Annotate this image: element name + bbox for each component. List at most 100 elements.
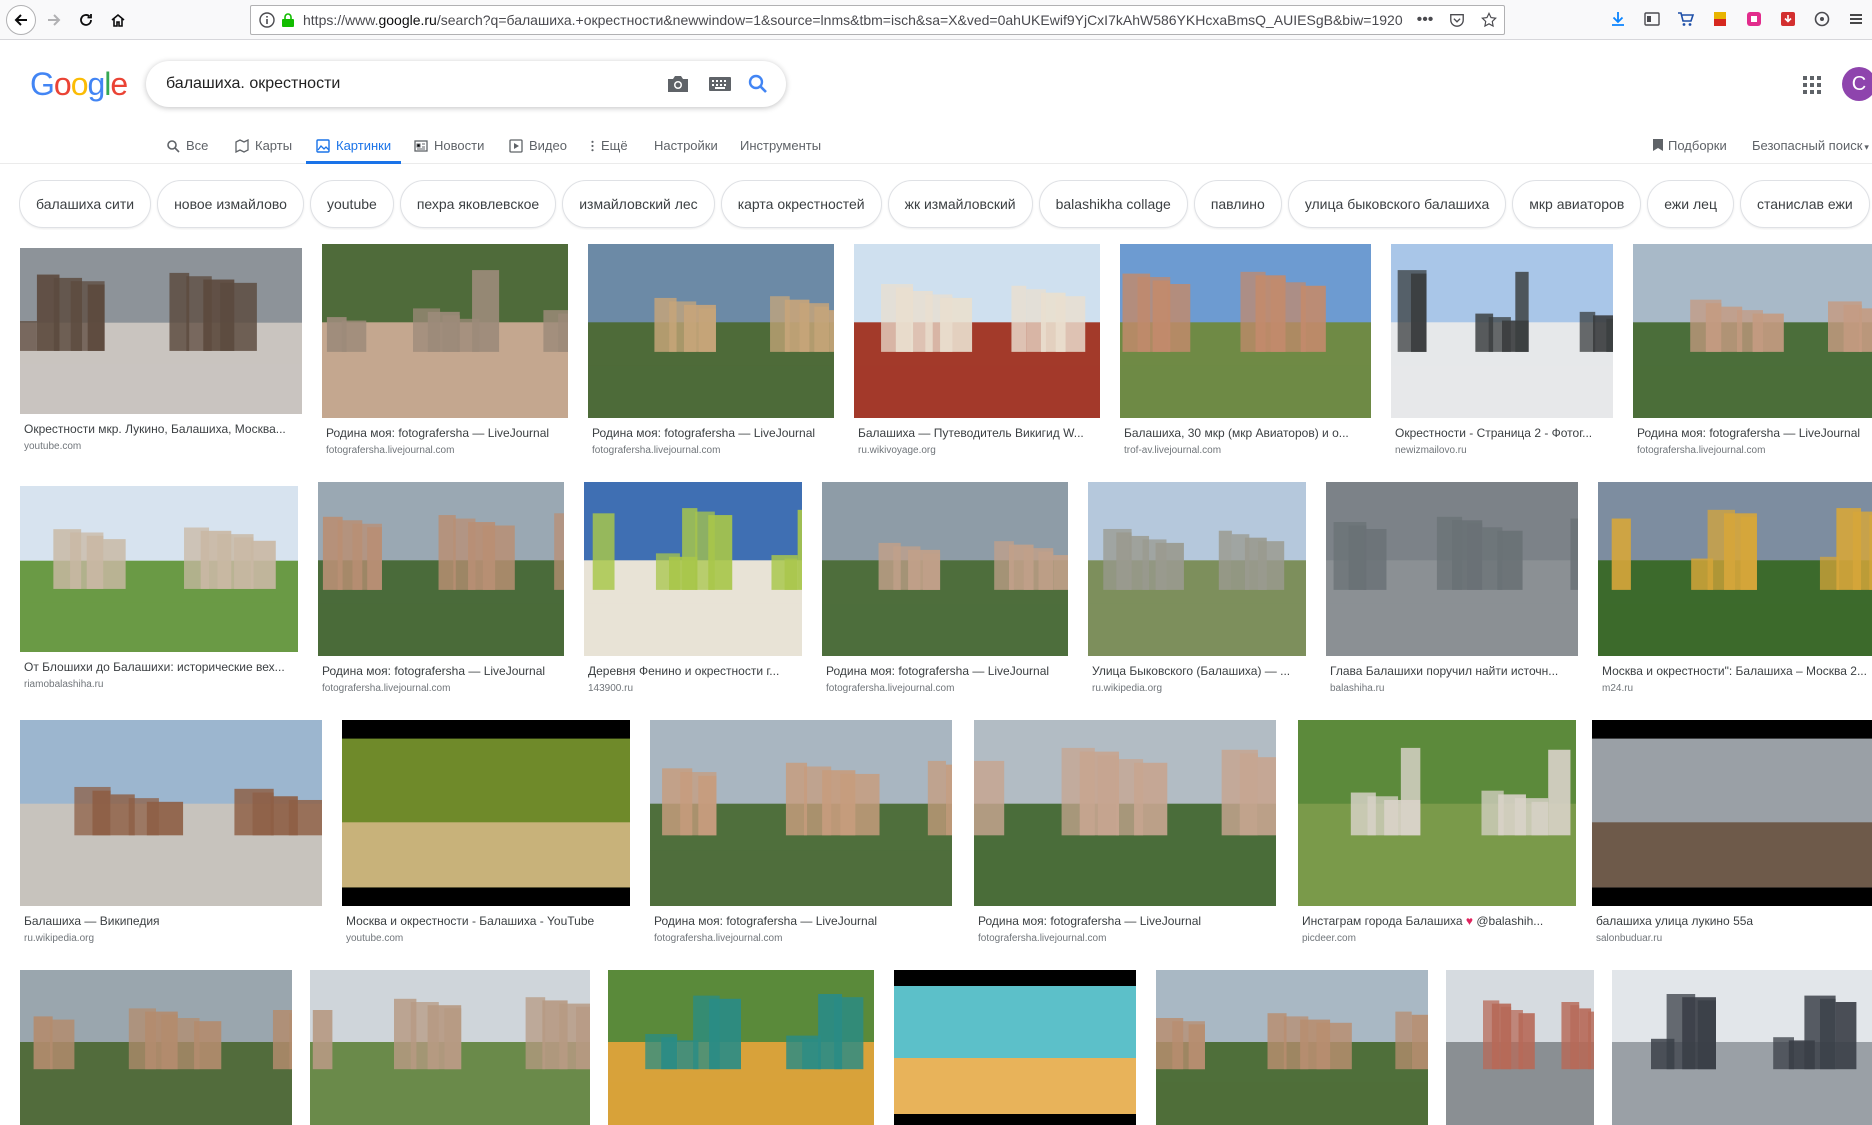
result-source[interactable]: picdeer.com — [1302, 933, 1566, 944]
result-source[interactable]: fotografersha.livejournal.com — [322, 683, 562, 694]
result-title[interactable]: Родина моя: fotografersha — LiveJournal — [326, 426, 566, 440]
result-thumbnail[interactable] — [1598, 482, 1872, 656]
flag-extension-icon[interactable] — [1710, 8, 1730, 30]
result-source[interactable]: newizmailovo.ru — [1395, 445, 1617, 456]
image-result[interactable]: Балашиха — Википедия ru.wikipedia.org — [20, 720, 322, 952]
result-thumbnail[interactable] — [974, 720, 1276, 906]
result-title[interactable]: Родина моя: fotografersha — LiveJournal — [592, 426, 832, 440]
result-thumbnail[interactable] — [342, 720, 630, 906]
image-result[interactable]: Улица Быковского (Балашиха) — ... ru.wiki… — [1088, 482, 1306, 702]
image-result[interactable]: Инстаграм города Балашиха ♥ @balashih...… — [1298, 720, 1576, 952]
tab-all[interactable]: Все — [166, 132, 208, 164]
related-search-chip[interactable]: измайловский лес — [562, 180, 715, 228]
camera-icon[interactable] — [666, 73, 690, 95]
result-thumbnail[interactable] — [20, 970, 292, 1125]
image-result[interactable] — [894, 970, 1136, 1125]
result-thumbnail[interactable] — [854, 244, 1100, 418]
related-search-chip[interactable]: balashikha collage — [1038, 180, 1188, 228]
result-source[interactable]: riamobalashiha.ru — [24, 679, 302, 690]
result-source[interactable]: fotografersha.livejournal.com — [826, 683, 1066, 694]
result-source[interactable]: fotografersha.livejournal.com — [326, 445, 566, 456]
page-actions-button[interactable]: ••• — [1416, 11, 1434, 29]
result-thumbnail[interactable] — [318, 482, 564, 656]
result-source[interactable]: trof-av.livejournal.com — [1124, 445, 1364, 456]
image-result[interactable]: От Блошихи до Балашихи: исторические вех… — [20, 486, 298, 698]
search-input[interactable] — [166, 72, 646, 96]
account-avatar[interactable]: С — [1842, 67, 1872, 101]
result-title[interactable]: Балашиха, 30 мкр (мкр Авиаторов) и о... — [1124, 426, 1364, 440]
image-result[interactable]: Родина моя: fotografersha — LiveJournal f… — [974, 720, 1276, 952]
bookmark-star-icon[interactable] — [1480, 11, 1498, 29]
collections-link[interactable]: Подборки — [1652, 138, 1727, 153]
image-result[interactable] — [1446, 970, 1594, 1125]
result-title[interactable]: Деревня Фенино и окрестности г... — [588, 664, 806, 678]
result-title[interactable]: Родина моя: fotografersha — LiveJournal — [654, 914, 944, 928]
result-thumbnail[interactable] — [20, 248, 302, 414]
result-title[interactable]: Окрестности - Страница 2 - Фотог... — [1395, 426, 1617, 440]
result-thumbnail[interactable] — [1326, 482, 1578, 656]
image-result[interactable]: Родина моя: fotografersha — LiveJournal f… — [322, 244, 568, 464]
result-thumbnail[interactable] — [894, 970, 1136, 1125]
sync-extension-icon[interactable] — [1812, 8, 1832, 30]
result-source[interactable]: ru.wikipedia.org — [24, 933, 314, 944]
image-result[interactable]: Родина моя: fotografersha — LiveJournal f… — [822, 482, 1068, 702]
image-result[interactable] — [310, 970, 590, 1125]
result-source[interactable]: youtube.com — [24, 441, 306, 452]
save-extension-icon[interactable] — [1778, 8, 1798, 30]
result-title[interactable]: Родина моя: fotografersha — LiveJournal — [978, 914, 1268, 928]
result-source[interactable]: m24.ru — [1602, 683, 1872, 694]
result-source[interactable]: fotografersha.livejournal.com — [654, 933, 944, 944]
tab-settings[interactable]: Настройки — [654, 132, 718, 164]
result-thumbnail[interactable] — [1391, 244, 1613, 418]
result-source[interactable]: ru.wikipedia.org — [1092, 683, 1302, 694]
tab-maps[interactable]: Карты — [235, 132, 292, 164]
related-search-chip[interactable]: новое измайлово — [157, 180, 304, 228]
result-source[interactable]: 143900.ru — [588, 683, 806, 694]
image-result[interactable]: Деревня Фенино и окрестности г... 143900.… — [584, 482, 802, 702]
library-icon[interactable] — [1642, 8, 1662, 30]
image-result[interactable]: Москва и окрестности - Балашиха - YouTub… — [342, 720, 630, 952]
result-source[interactable]: fotografersha.livejournal.com — [592, 445, 832, 456]
result-title[interactable]: Родина моя: fotografersha — LiveJournal — [826, 664, 1066, 678]
google-logo[interactable]: Google — [30, 66, 128, 103]
keyboard-icon[interactable] — [708, 75, 732, 93]
image-result[interactable] — [1612, 970, 1872, 1125]
back-button[interactable] — [6, 5, 36, 35]
image-result[interactable]: Глава Балашихи поручил найти источн... ba… — [1326, 482, 1578, 702]
result-title[interactable]: Глава Балашихи поручил найти источн... — [1330, 664, 1570, 678]
image-result[interactable]: Балашиха, 30 мкр (мкр Авиаторов) и о... t… — [1120, 244, 1371, 464]
image-result[interactable]: Родина моя: fotografersha — LiveJournal f… — [318, 482, 564, 702]
related-search-chip[interactable]: улица быковского балашиха — [1287, 180, 1507, 228]
safe-search-toggle[interactable]: Безопасный поиск ▾ — [1752, 138, 1869, 153]
forward-button[interactable] — [40, 6, 68, 34]
related-search-chip[interactable]: балашиха сити — [19, 180, 152, 228]
search-icon[interactable] — [746, 72, 770, 96]
apps-grid-icon[interactable] — [1802, 75, 1822, 95]
related-search-chip[interactable]: жк измайловский — [887, 180, 1033, 228]
result-source[interactable]: fotografersha.livejournal.com — [978, 933, 1268, 944]
info-icon[interactable] — [259, 12, 275, 28]
image-result[interactable] — [1156, 970, 1428, 1125]
result-source[interactable]: youtube.com — [346, 933, 634, 944]
result-source[interactable]: fotografersha.livejournal.com — [1637, 445, 1872, 456]
home-button[interactable] — [104, 6, 132, 34]
url-text[interactable]: https://www.google.ru/search?q=балашиха.… — [303, 12, 1428, 28]
result-thumbnail[interactable] — [1156, 970, 1428, 1125]
lock-icon[interactable] — [281, 12, 295, 28]
result-title[interactable]: От Блошихи до Балашихи: исторические вех… — [24, 660, 302, 674]
result-title[interactable]: Москва и окрестности - Балашиха - YouTub… — [346, 914, 634, 928]
result-thumbnail[interactable] — [20, 486, 298, 652]
result-title[interactable]: балашиха улица лукино 55а — [1596, 914, 1872, 928]
result-title[interactable]: Улица Быковского (Балашиха) — ... — [1092, 664, 1302, 678]
cart-icon[interactable] — [1676, 8, 1696, 30]
tab-video[interactable]: Видео — [509, 132, 567, 164]
related-search-chip[interactable]: пехра яковлевское — [399, 180, 557, 228]
related-search-chip[interactable]: карта окрестностей — [720, 180, 882, 228]
result-thumbnail[interactable] — [584, 482, 802, 656]
image-result[interactable] — [608, 970, 874, 1125]
result-title[interactable]: Родина моя: fotografersha — LiveJournal — [322, 664, 562, 678]
result-thumbnail[interactable] — [588, 244, 834, 418]
tab-more[interactable]: Ещё — [590, 132, 628, 164]
downloads-icon[interactable] — [1608, 8, 1628, 30]
result-source[interactable]: ru.wikivoyage.org — [858, 445, 1098, 456]
